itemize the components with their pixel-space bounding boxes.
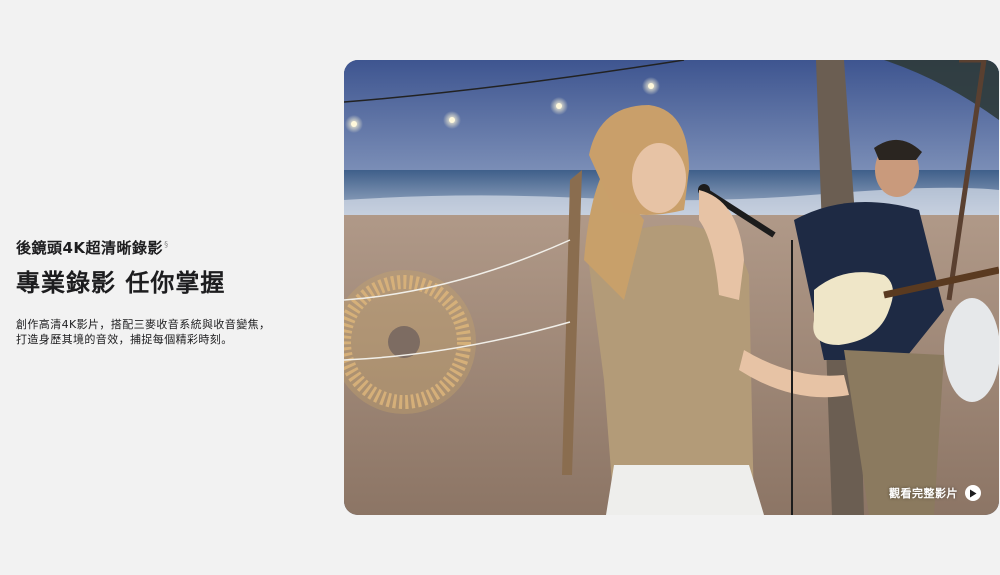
page: 後鏡頭4K超清晰錄影§ 專業錄影 任你掌握 創作高清4K影片，搭配三麥收音系統與… [0, 0, 1000, 575]
description-line-2: 打造身歷其境的音效，捕捉每個精彩時刻。 [16, 333, 233, 346]
feature-description: 創作高清4K影片，搭配三麥收音系統與收音變焦， 打造身歷其境的音效，捕捉每個精彩… [16, 317, 336, 347]
description-line-1: 創作高清4K影片，搭配三麥收音系統與收音變焦， [16, 318, 271, 331]
feature-eyebrow: 後鏡頭4K超清晰錄影§ [16, 232, 336, 261]
footnote-mark[interactable]: § [164, 240, 169, 249]
feature-headline: 專業錄影 任你掌握 [16, 269, 226, 297]
watch-full-video-label: 觀看完整影片 [889, 487, 958, 500]
beach-performance-image [344, 60, 999, 515]
watch-full-video-link[interactable]: 觀看完整影片 [889, 485, 981, 501]
play-icon[interactable] [965, 485, 981, 501]
eyebrow-text: 後鏡頭4K超清晰錄影 [16, 239, 164, 257]
video-card[interactable]: 觀看完整影片 [344, 60, 999, 515]
feature-text: 後鏡頭4K超清晰錄影§ 專業錄影 任你掌握 創作高清4K影片，搭配三麥收音系統與… [16, 232, 336, 347]
